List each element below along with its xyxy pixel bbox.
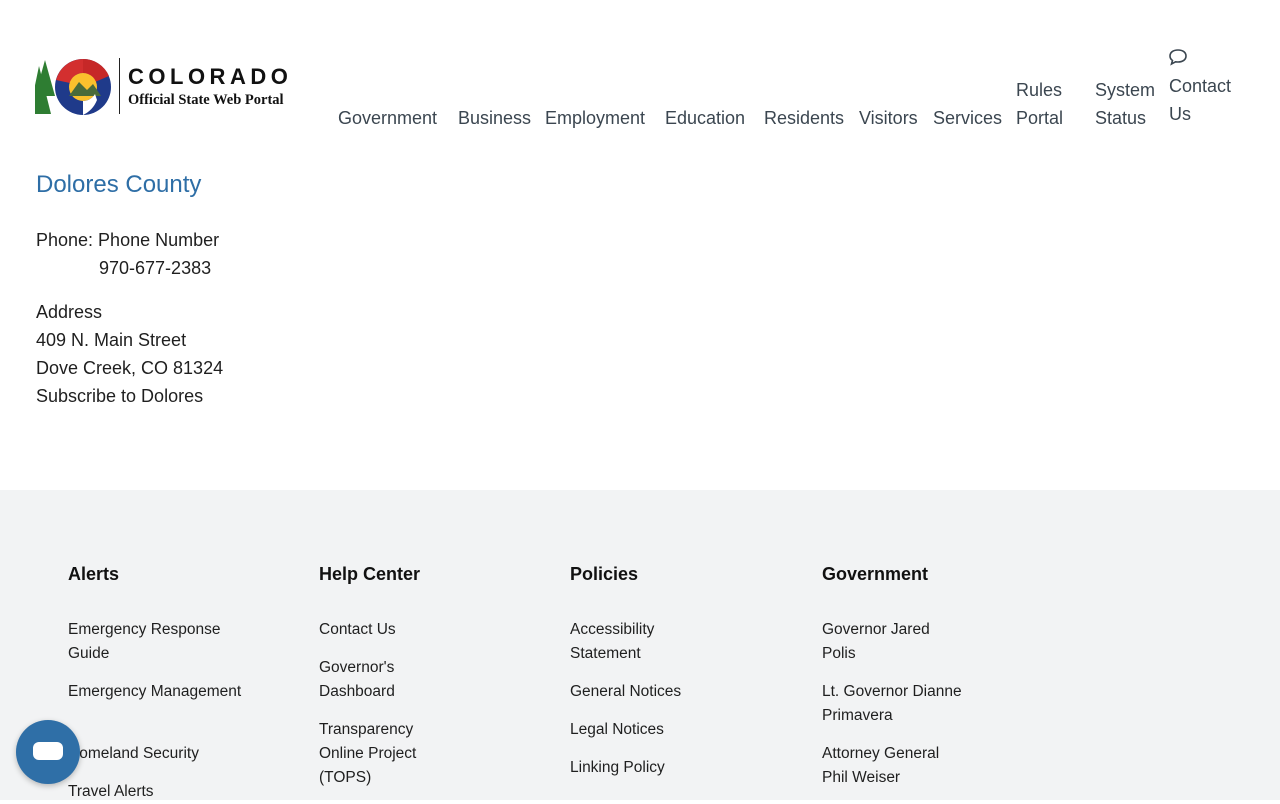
footer-heading-alerts: Alerts bbox=[68, 564, 120, 584]
footer-link[interactable]: General Notices bbox=[570, 680, 750, 704]
footer-link[interactable]: Contact Us bbox=[319, 618, 499, 642]
footer-link[interactable]: Legal Notices bbox=[570, 718, 750, 742]
logo-title: COLORADO bbox=[128, 64, 293, 89]
footer-heading-policies: Policies bbox=[570, 564, 639, 584]
subscribe-link[interactable]: Subscribe to Dolores bbox=[36, 382, 203, 410]
county-title[interactable]: Dolores County bbox=[36, 171, 201, 199]
footer-link[interactable]: Lt. Governor Dianne Primavera bbox=[822, 680, 962, 728]
footer-link[interactable]: Governor's Dashboard bbox=[319, 656, 429, 704]
nav-contact-us-line2[interactable]: Us bbox=[1169, 100, 1191, 128]
footer-link[interactable]: Homeland Security bbox=[68, 742, 248, 766]
footer-link[interactable]: Transparency Online Project (TOPS) bbox=[319, 718, 439, 790]
nav-rules-portal-line1[interactable]: Rules bbox=[1016, 76, 1062, 104]
footer-link[interactable]: Emergency Response Guide bbox=[68, 618, 248, 666]
footer-link[interactable]: Accessibility Statement bbox=[570, 618, 690, 666]
footer-link[interactable]: Travel Alerts bbox=[68, 780, 248, 804]
footer-link[interactable]: Governor Jared Polis bbox=[822, 618, 952, 666]
nav-residents[interactable]: Residents bbox=[764, 104, 844, 132]
address-line1: 409 N. Main Street bbox=[36, 330, 187, 350]
nav-business[interactable]: Business bbox=[458, 104, 531, 132]
nav-system-status-line2[interactable]: Status bbox=[1095, 104, 1146, 132]
nav-services[interactable]: Services bbox=[933, 104, 1002, 132]
chat-icon[interactable] bbox=[1168, 47, 1188, 67]
footer-link[interactable]: Attorney General Phil Weiser bbox=[822, 742, 962, 790]
footer-heading-help-center: Help Center bbox=[319, 564, 421, 584]
colorado-logo[interactable]: COLORADO Official State Web Portal bbox=[35, 56, 315, 118]
address-line2: Dove Creek, CO 81324 bbox=[36, 358, 224, 378]
nav-education[interactable]: Education bbox=[665, 104, 745, 132]
chat-widget-button[interactable] bbox=[16, 720, 80, 784]
nav-rules-portal-line2[interactable]: Portal bbox=[1016, 104, 1063, 132]
address-label: Address bbox=[36, 302, 103, 322]
colorado-c-logo-icon bbox=[35, 58, 111, 115]
nav-employment[interactable]: Employment bbox=[545, 104, 645, 132]
logo-subtitle: Official State Web Portal bbox=[128, 92, 284, 108]
phone-label: Phone: Phone Number bbox=[36, 230, 220, 250]
nav-visitors[interactable]: Visitors bbox=[859, 104, 918, 132]
logo-divider bbox=[119, 58, 120, 114]
chat-bubble-icon bbox=[33, 742, 63, 760]
site-footer: Alerts Emergency Response Guide Emergenc… bbox=[0, 490, 1280, 800]
footer-link[interactable]: Linking Policy bbox=[570, 756, 750, 780]
nav-contact-us-line1[interactable]: Contact bbox=[1169, 72, 1231, 100]
footer-link[interactable]: Emergency Management bbox=[68, 680, 248, 704]
nav-system-status-line1[interactable]: System bbox=[1095, 76, 1155, 104]
footer-heading-government: Government bbox=[822, 564, 929, 584]
nav-government[interactable]: Government bbox=[338, 104, 437, 132]
phone-number[interactable]: 970-677-2383 bbox=[99, 254, 211, 282]
